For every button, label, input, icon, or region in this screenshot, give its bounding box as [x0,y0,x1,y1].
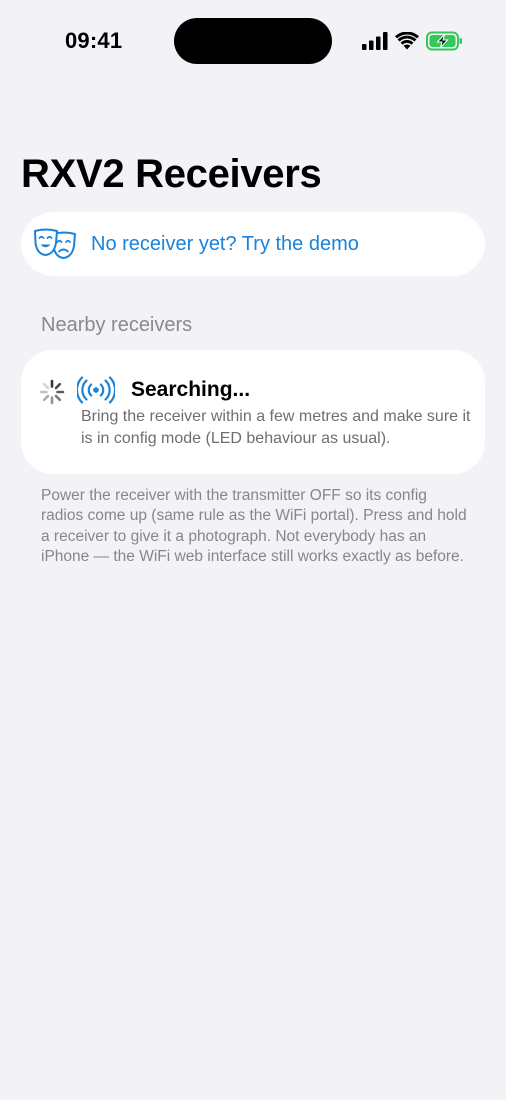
searching-description: Bring the receiver within a few metres a… [81,408,471,447]
page-title: RXV2 Receivers [21,152,322,196]
footer-note: Power the receiver with the transmitter … [41,487,467,565]
status-bar: 09:41 [0,0,506,80]
status-time: 09:41 [65,28,123,53]
receivers-screen: 09:41 RXV2 Receivers No receiver yet? Tr… [0,0,506,1100]
activity-spinner-icon [39,379,65,405]
nearby-receivers-header: Nearby receivers [41,314,193,336]
theater-masks-icon [34,228,76,259]
try-demo-button[interactable]: No receiver yet? Try the demo [21,212,485,276]
battery-charging-icon [426,31,462,51]
try-demo-label: No receiver yet? Try the demo [91,233,359,255]
searching-title: Searching... [131,378,251,401]
wifi-icon [395,32,419,50]
cellular-signal-icon [362,32,388,50]
dynamic-island [174,18,332,64]
searching-status-card: Searching... Bring the receiver within a… [21,350,485,474]
broadcast-radio-icon [77,376,115,404]
status-indicators [360,30,470,52]
